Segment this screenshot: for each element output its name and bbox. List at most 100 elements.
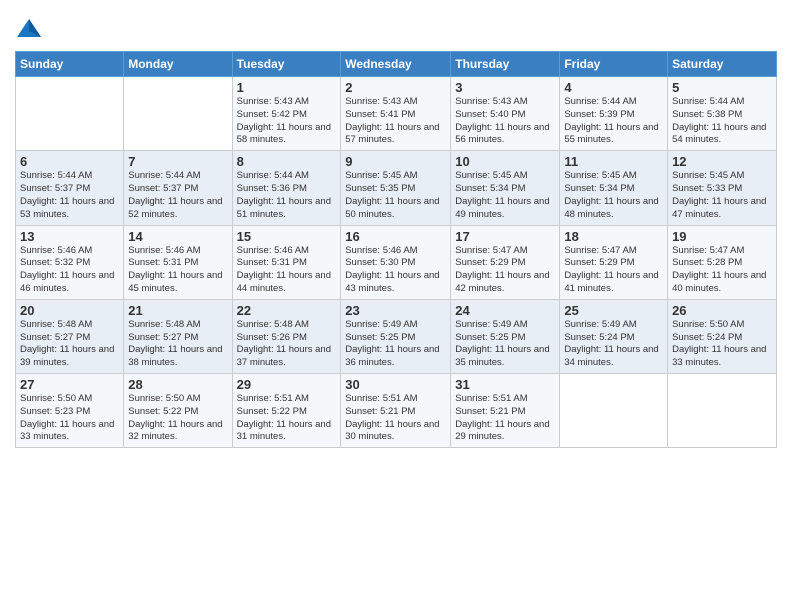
day-detail: Sunrise: 5:45 AM Sunset: 5:34 PM Dayligh… bbox=[455, 170, 555, 221]
day-detail: Sunrise: 5:50 AM Sunset: 5:22 PM Dayligh… bbox=[128, 393, 227, 444]
day-number: 22 bbox=[237, 303, 337, 318]
week-row-2: 6Sunrise: 5:44 AM Sunset: 5:37 PM Daylig… bbox=[16, 151, 777, 225]
day-detail: Sunrise: 5:46 AM Sunset: 5:31 PM Dayligh… bbox=[128, 245, 227, 296]
calendar-cell: 26Sunrise: 5:50 AM Sunset: 5:24 PM Dayli… bbox=[668, 299, 777, 373]
day-detail: Sunrise: 5:51 AM Sunset: 5:21 PM Dayligh… bbox=[345, 393, 446, 444]
calendar-cell bbox=[16, 77, 124, 151]
day-detail: Sunrise: 5:43 AM Sunset: 5:40 PM Dayligh… bbox=[455, 96, 555, 147]
calendar-cell: 17Sunrise: 5:47 AM Sunset: 5:29 PM Dayli… bbox=[451, 225, 560, 299]
day-detail: Sunrise: 5:48 AM Sunset: 5:27 PM Dayligh… bbox=[128, 319, 227, 370]
calendar-cell: 16Sunrise: 5:46 AM Sunset: 5:30 PM Dayli… bbox=[341, 225, 451, 299]
calendar-cell bbox=[668, 374, 777, 448]
calendar-cell: 19Sunrise: 5:47 AM Sunset: 5:28 PM Dayli… bbox=[668, 225, 777, 299]
day-number: 10 bbox=[455, 154, 555, 169]
day-detail: Sunrise: 5:46 AM Sunset: 5:31 PM Dayligh… bbox=[237, 245, 337, 296]
day-number: 17 bbox=[455, 229, 555, 244]
day-number: 26 bbox=[672, 303, 772, 318]
day-detail: Sunrise: 5:47 AM Sunset: 5:29 PM Dayligh… bbox=[455, 245, 555, 296]
day-detail: Sunrise: 5:44 AM Sunset: 5:38 PM Dayligh… bbox=[672, 96, 772, 147]
day-number: 31 bbox=[455, 377, 555, 392]
day-detail: Sunrise: 5:49 AM Sunset: 5:25 PM Dayligh… bbox=[345, 319, 446, 370]
calendar-cell: 22Sunrise: 5:48 AM Sunset: 5:26 PM Dayli… bbox=[232, 299, 341, 373]
day-number: 28 bbox=[128, 377, 227, 392]
week-row-4: 20Sunrise: 5:48 AM Sunset: 5:27 PM Dayli… bbox=[16, 299, 777, 373]
calendar-cell: 5Sunrise: 5:44 AM Sunset: 5:38 PM Daylig… bbox=[668, 77, 777, 151]
day-detail: Sunrise: 5:48 AM Sunset: 5:27 PM Dayligh… bbox=[20, 319, 119, 370]
day-detail: Sunrise: 5:45 AM Sunset: 5:33 PM Dayligh… bbox=[672, 170, 772, 221]
day-detail: Sunrise: 5:43 AM Sunset: 5:42 PM Dayligh… bbox=[237, 96, 337, 147]
day-detail: Sunrise: 5:46 AM Sunset: 5:30 PM Dayligh… bbox=[345, 245, 446, 296]
week-row-5: 27Sunrise: 5:50 AM Sunset: 5:23 PM Dayli… bbox=[16, 374, 777, 448]
calendar-cell: 29Sunrise: 5:51 AM Sunset: 5:22 PM Dayli… bbox=[232, 374, 341, 448]
day-detail: Sunrise: 5:47 AM Sunset: 5:28 PM Dayligh… bbox=[672, 245, 772, 296]
calendar-cell: 13Sunrise: 5:46 AM Sunset: 5:32 PM Dayli… bbox=[16, 225, 124, 299]
calendar-cell: 24Sunrise: 5:49 AM Sunset: 5:25 PM Dayli… bbox=[451, 299, 560, 373]
calendar-cell: 25Sunrise: 5:49 AM Sunset: 5:24 PM Dayli… bbox=[560, 299, 668, 373]
day-detail: Sunrise: 5:45 AM Sunset: 5:34 PM Dayligh… bbox=[564, 170, 663, 221]
day-detail: Sunrise: 5:48 AM Sunset: 5:26 PM Dayligh… bbox=[237, 319, 337, 370]
day-detail: Sunrise: 5:46 AM Sunset: 5:32 PM Dayligh… bbox=[20, 245, 119, 296]
day-number: 30 bbox=[345, 377, 446, 392]
day-detail: Sunrise: 5:47 AM Sunset: 5:29 PM Dayligh… bbox=[564, 245, 663, 296]
week-row-1: 1Sunrise: 5:43 AM Sunset: 5:42 PM Daylig… bbox=[16, 77, 777, 151]
calendar-cell: 12Sunrise: 5:45 AM Sunset: 5:33 PM Dayli… bbox=[668, 151, 777, 225]
calendar-cell: 23Sunrise: 5:49 AM Sunset: 5:25 PM Dayli… bbox=[341, 299, 451, 373]
calendar-cell: 11Sunrise: 5:45 AM Sunset: 5:34 PM Dayli… bbox=[560, 151, 668, 225]
day-detail: Sunrise: 5:51 AM Sunset: 5:22 PM Dayligh… bbox=[237, 393, 337, 444]
day-number: 20 bbox=[20, 303, 119, 318]
day-number: 24 bbox=[455, 303, 555, 318]
day-detail: Sunrise: 5:51 AM Sunset: 5:21 PM Dayligh… bbox=[455, 393, 555, 444]
calendar-cell: 7Sunrise: 5:44 AM Sunset: 5:37 PM Daylig… bbox=[124, 151, 232, 225]
weekday-header-monday: Monday bbox=[124, 52, 232, 77]
day-number: 16 bbox=[345, 229, 446, 244]
calendar-cell: 6Sunrise: 5:44 AM Sunset: 5:37 PM Daylig… bbox=[16, 151, 124, 225]
day-number: 19 bbox=[672, 229, 772, 244]
day-detail: Sunrise: 5:49 AM Sunset: 5:25 PM Dayligh… bbox=[455, 319, 555, 370]
day-detail: Sunrise: 5:44 AM Sunset: 5:37 PM Dayligh… bbox=[20, 170, 119, 221]
calendar-cell: 2Sunrise: 5:43 AM Sunset: 5:41 PM Daylig… bbox=[341, 77, 451, 151]
weekday-header-sunday: Sunday bbox=[16, 52, 124, 77]
calendar-cell: 21Sunrise: 5:48 AM Sunset: 5:27 PM Dayli… bbox=[124, 299, 232, 373]
calendar-cell: 20Sunrise: 5:48 AM Sunset: 5:27 PM Dayli… bbox=[16, 299, 124, 373]
day-number: 3 bbox=[455, 80, 555, 95]
day-number: 21 bbox=[128, 303, 227, 318]
calendar-cell: 9Sunrise: 5:45 AM Sunset: 5:35 PM Daylig… bbox=[341, 151, 451, 225]
day-number: 29 bbox=[237, 377, 337, 392]
weekday-header-thursday: Thursday bbox=[451, 52, 560, 77]
day-number: 9 bbox=[345, 154, 446, 169]
day-number: 8 bbox=[237, 154, 337, 169]
calendar-cell: 8Sunrise: 5:44 AM Sunset: 5:36 PM Daylig… bbox=[232, 151, 341, 225]
day-number: 1 bbox=[237, 80, 337, 95]
day-number: 14 bbox=[128, 229, 227, 244]
day-number: 11 bbox=[564, 154, 663, 169]
calendar-cell bbox=[124, 77, 232, 151]
calendar-cell: 28Sunrise: 5:50 AM Sunset: 5:22 PM Dayli… bbox=[124, 374, 232, 448]
weekday-header-row: SundayMondayTuesdayWednesdayThursdayFrid… bbox=[16, 52, 777, 77]
logo bbox=[15, 15, 45, 43]
day-detail: Sunrise: 5:44 AM Sunset: 5:37 PM Dayligh… bbox=[128, 170, 227, 221]
day-number: 4 bbox=[564, 80, 663, 95]
calendar-cell: 3Sunrise: 5:43 AM Sunset: 5:40 PM Daylig… bbox=[451, 77, 560, 151]
week-row-3: 13Sunrise: 5:46 AM Sunset: 5:32 PM Dayli… bbox=[16, 225, 777, 299]
calendar-cell: 10Sunrise: 5:45 AM Sunset: 5:34 PM Dayli… bbox=[451, 151, 560, 225]
page-header bbox=[15, 10, 777, 43]
day-detail: Sunrise: 5:44 AM Sunset: 5:36 PM Dayligh… bbox=[237, 170, 337, 221]
day-number: 18 bbox=[564, 229, 663, 244]
day-number: 23 bbox=[345, 303, 446, 318]
day-number: 2 bbox=[345, 80, 446, 95]
day-number: 6 bbox=[20, 154, 119, 169]
calendar-cell: 14Sunrise: 5:46 AM Sunset: 5:31 PM Dayli… bbox=[124, 225, 232, 299]
calendar-cell: 15Sunrise: 5:46 AM Sunset: 5:31 PM Dayli… bbox=[232, 225, 341, 299]
day-number: 27 bbox=[20, 377, 119, 392]
day-number: 7 bbox=[128, 154, 227, 169]
calendar-cell: 30Sunrise: 5:51 AM Sunset: 5:21 PM Dayli… bbox=[341, 374, 451, 448]
day-number: 5 bbox=[672, 80, 772, 95]
calendar-cell: 27Sunrise: 5:50 AM Sunset: 5:23 PM Dayli… bbox=[16, 374, 124, 448]
day-detail: Sunrise: 5:43 AM Sunset: 5:41 PM Dayligh… bbox=[345, 96, 446, 147]
weekday-header-saturday: Saturday bbox=[668, 52, 777, 77]
weekday-header-friday: Friday bbox=[560, 52, 668, 77]
logo-icon bbox=[15, 15, 43, 43]
day-number: 25 bbox=[564, 303, 663, 318]
day-detail: Sunrise: 5:50 AM Sunset: 5:23 PM Dayligh… bbox=[20, 393, 119, 444]
day-detail: Sunrise: 5:45 AM Sunset: 5:35 PM Dayligh… bbox=[345, 170, 446, 221]
